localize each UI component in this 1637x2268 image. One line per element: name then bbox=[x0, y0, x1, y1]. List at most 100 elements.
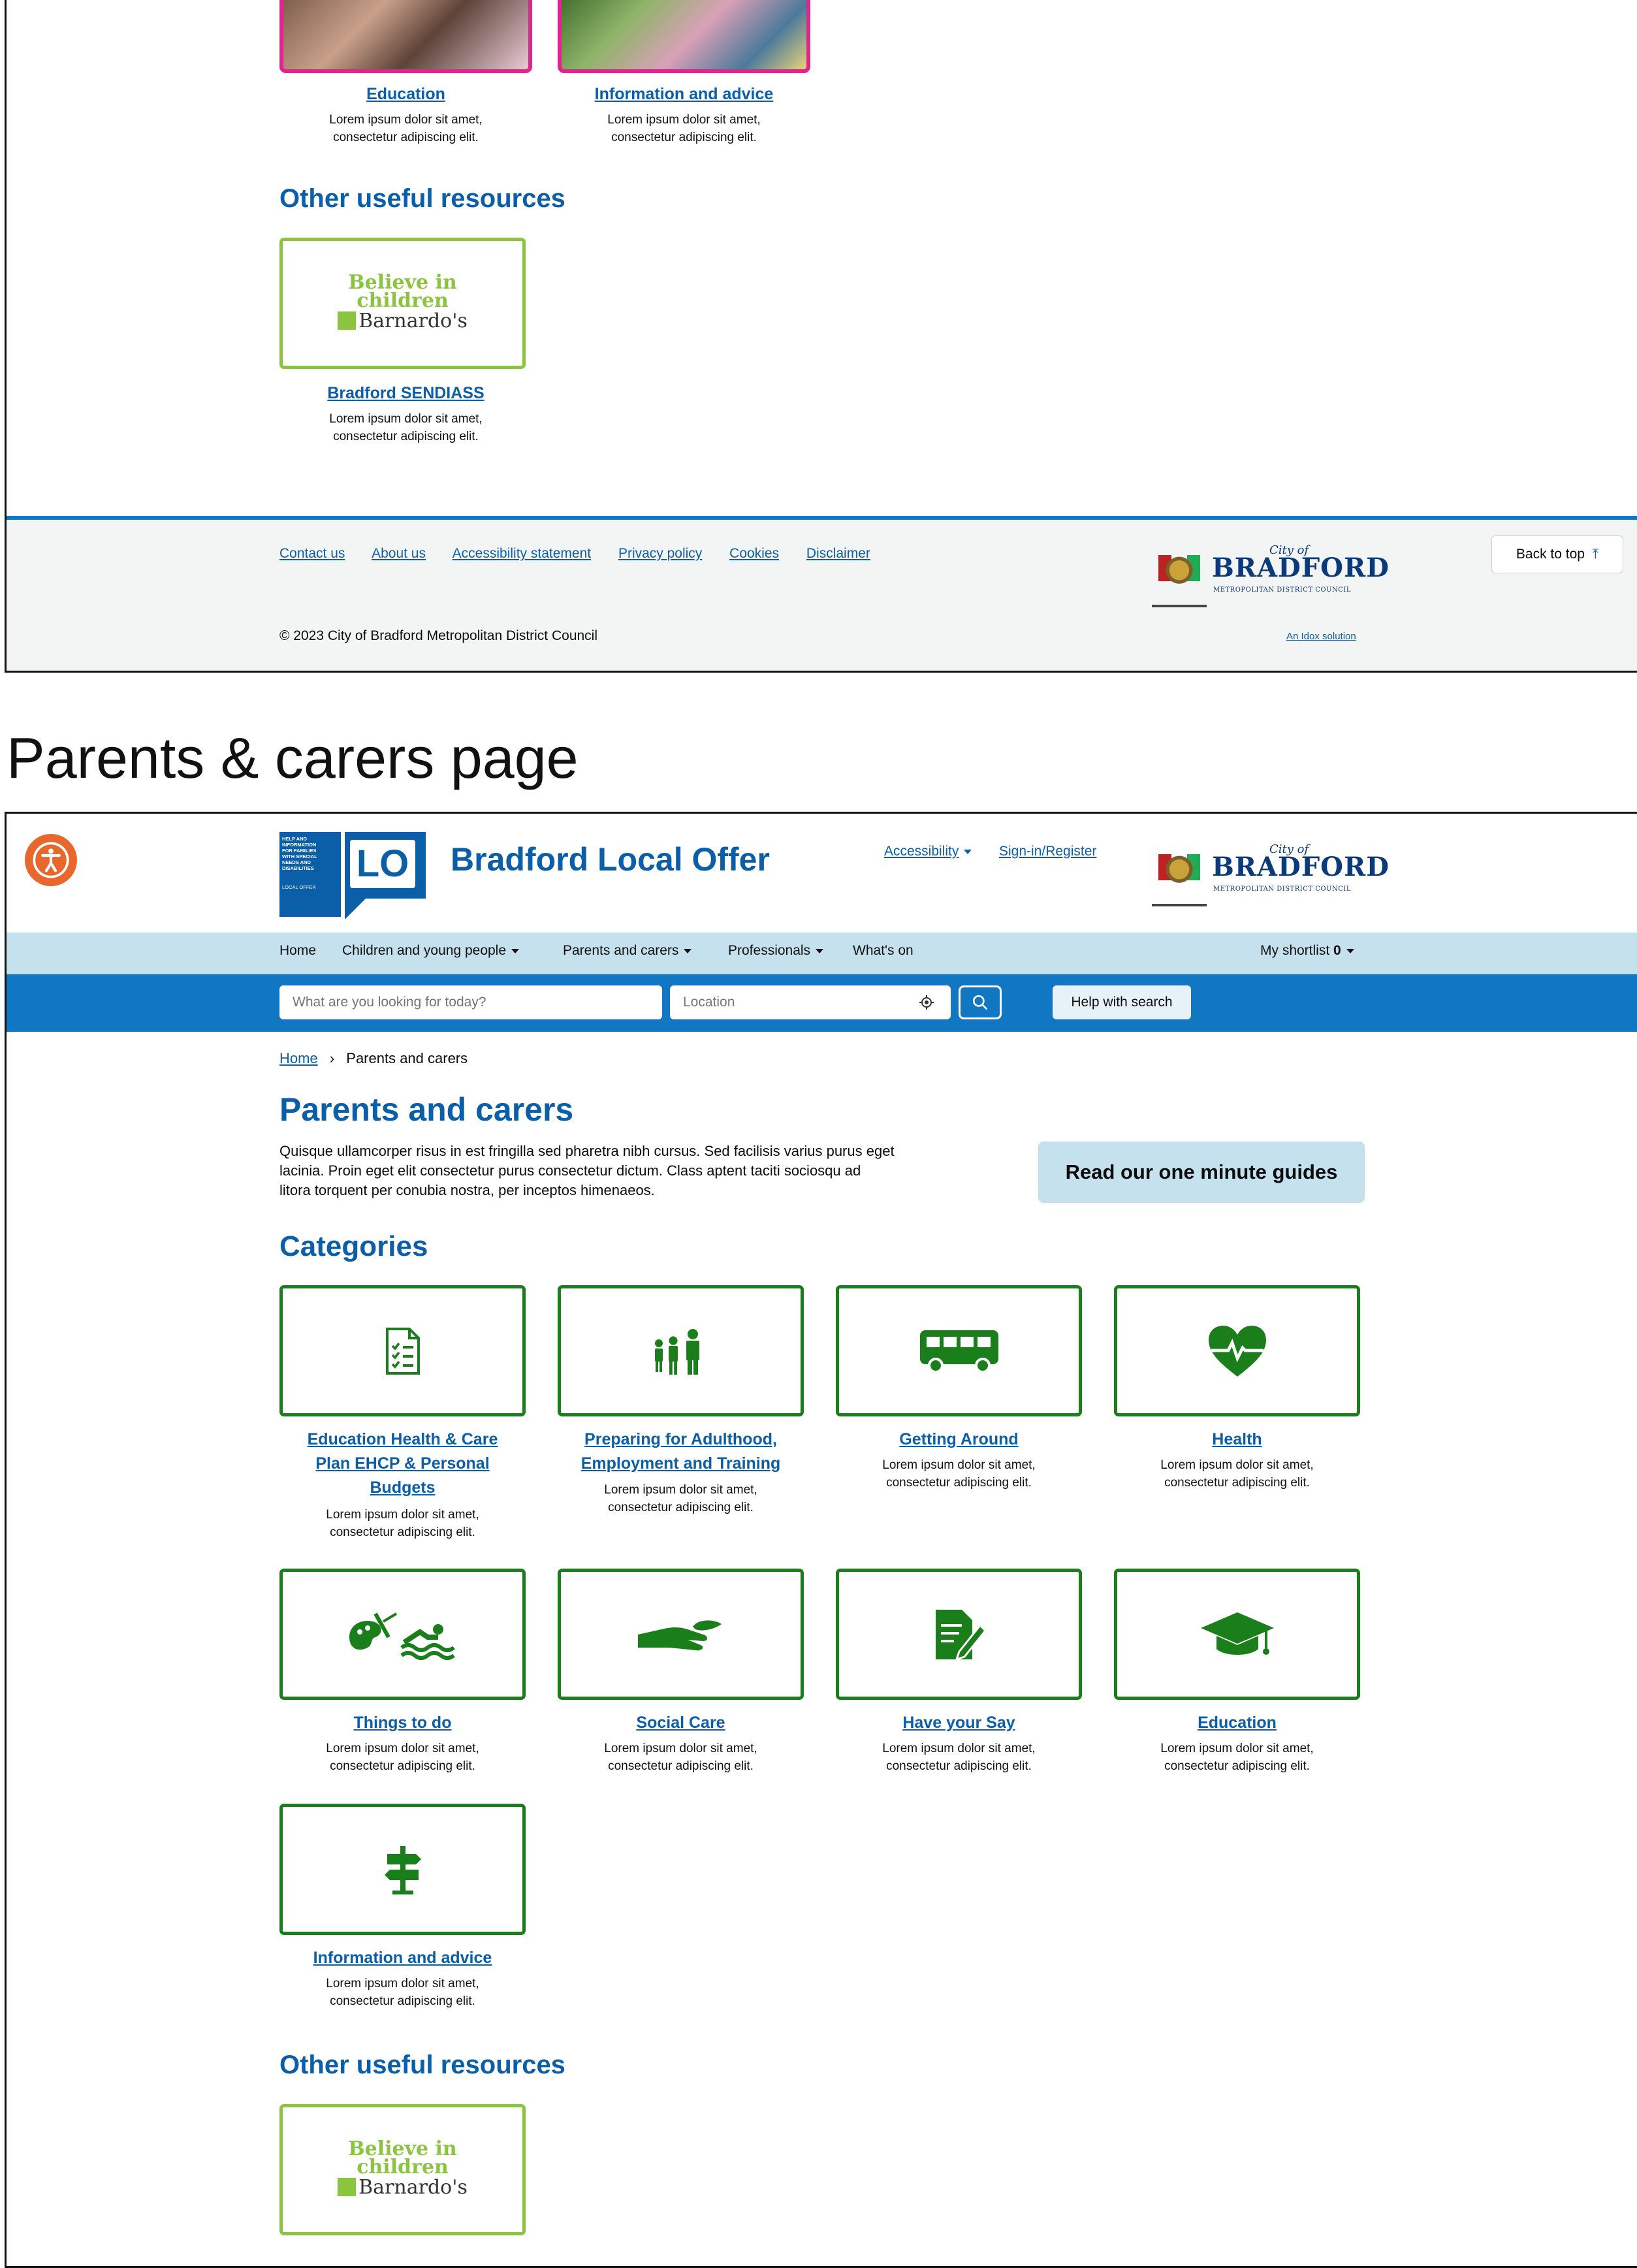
category-tile-things-to-do[interactable] bbox=[279, 1569, 526, 1700]
accessibility-menu[interactable]: Accessibility bbox=[884, 844, 972, 859]
badge-line: INFORMATION bbox=[282, 842, 317, 848]
category-description: Lorem ipsum dolor sit amet, consectetur a… bbox=[604, 1742, 757, 1773]
footer-link-accessibility[interactable]: Accessibility statement bbox=[453, 546, 591, 561]
one-minute-guides-button[interactable]: Read our one minute guides bbox=[1038, 1142, 1365, 1203]
barnardos-logo-tile[interactable]: Believe in children Barnardo's bbox=[279, 238, 526, 369]
crest-icon bbox=[1152, 542, 1207, 607]
breadcrumb-current: Parents and carers bbox=[346, 1050, 468, 1066]
search-input[interactable] bbox=[279, 985, 662, 1019]
footer-link-contact[interactable]: Contact us bbox=[279, 546, 345, 561]
breadcrumb-separator: › bbox=[329, 1050, 335, 1066]
education-photo-tile[interactable] bbox=[279, 0, 532, 73]
category-title[interactable]: Information and advice bbox=[279, 1946, 526, 1970]
site-title[interactable]: Bradford Local Offer bbox=[451, 840, 770, 878]
bradford-wordmark: BRADFORD bbox=[1212, 552, 1390, 583]
barnardos-line2: children bbox=[357, 2156, 449, 2179]
barnardos-logo-tile[interactable]: Believe in children Barnardo's bbox=[279, 2104, 526, 2235]
back-to-top-label: Back to top bbox=[1516, 547, 1585, 562]
category-description: Lorem ipsum dolor sit amet, consectetur a… bbox=[604, 1483, 757, 1514]
help-with-search-button[interactable]: Help with search bbox=[1053, 985, 1191, 1019]
copyright: © 2023 City of Bradford Metropolitan Dis… bbox=[279, 628, 598, 643]
other-resources-heading: Other useful resources bbox=[279, 2051, 565, 2079]
barnardos-mark-icon bbox=[338, 2178, 357, 2196]
nav-whats-on[interactable]: What's on bbox=[853, 943, 914, 959]
footer-link-about[interactable]: About us bbox=[372, 546, 426, 561]
helping-hand-icon bbox=[637, 1620, 722, 1650]
signpost-icon bbox=[384, 1845, 421, 1894]
location-input[interactable] bbox=[670, 985, 951, 1019]
other-resources-heading: Other useful resources bbox=[279, 184, 565, 213]
badge-line: NEEDS AND bbox=[282, 859, 311, 865]
badge-line: HELP AND bbox=[282, 836, 307, 842]
category-tile-health[interactable] bbox=[1114, 1285, 1360, 1416]
local-offer-badge[interactable]: HELP AND INFORMATION FOR FAMILIES WITH S… bbox=[279, 832, 426, 919]
card-description: Lorem ipsum dolor sit amet, consectetur a… bbox=[607, 113, 761, 144]
bus-icon bbox=[919, 1330, 998, 1373]
category-title[interactable]: Have your Say bbox=[836, 1711, 1082, 1735]
category-title[interactable]: Getting Around bbox=[836, 1428, 1082, 1452]
graduation-cap-icon bbox=[1200, 1612, 1274, 1655]
locate-icon[interactable] bbox=[919, 995, 934, 1010]
card-title[interactable]: Information and advice bbox=[558, 82, 810, 106]
nav-parents-carers[interactable]: Parents and carers bbox=[563, 943, 692, 959]
barnardos-line3: Barnardo's bbox=[283, 2177, 522, 2199]
page-title: Parents and carers bbox=[279, 1091, 574, 1128]
category-description: Lorem ipsum dolor sit amet, consectetur a… bbox=[326, 1508, 479, 1539]
footer-bradford-logo[interactable]: City of BRADFORD METROPOLITAN DISTRICT C… bbox=[1152, 542, 1389, 607]
information-photo-tile[interactable] bbox=[558, 0, 810, 73]
shortlist-menu[interactable]: My shortlist 0 bbox=[1260, 943, 1354, 959]
council-label: METROPOLITAN DISTRICT COUNCIL bbox=[1213, 886, 1351, 893]
heartbeat-icon bbox=[1208, 1325, 1266, 1377]
footer-link-privacy[interactable]: Privacy policy bbox=[618, 546, 702, 561]
categories-heading: Categories bbox=[279, 1230, 428, 1262]
category-tile-social-care[interactable] bbox=[558, 1569, 804, 1700]
category-tile-information[interactable] bbox=[279, 1804, 526, 1935]
section-label: Parents & carers page bbox=[7, 726, 579, 790]
palette-swimmer-icon bbox=[349, 1612, 455, 1660]
category-title[interactable]: Education bbox=[1114, 1711, 1360, 1735]
search-button[interactable] bbox=[959, 985, 1002, 1019]
nav-home[interactable]: Home bbox=[279, 943, 316, 959]
category-tile-have-your-say[interactable] bbox=[836, 1569, 1082, 1700]
category-description: Lorem ipsum dolor sit amet, consectetur a… bbox=[882, 1458, 1036, 1490]
category-title[interactable]: Health bbox=[1114, 1428, 1360, 1452]
category-tile-ehcp[interactable] bbox=[279, 1285, 526, 1416]
accessibility-widget-icon[interactable] bbox=[25, 834, 77, 886]
category-title[interactable]: Social Care bbox=[558, 1711, 804, 1735]
sendiass-title[interactable]: Bradford SENDIASS bbox=[279, 381, 532, 406]
category-title[interactable]: Preparing for Adulthood, Employment and T… bbox=[558, 1428, 804, 1476]
nav-children-young-people[interactable]: Children and young people bbox=[342, 943, 520, 959]
category-description: Lorem ipsum dolor sit amet, consectetur a… bbox=[882, 1742, 1036, 1773]
idox-link[interactable]: An Idox solution bbox=[1286, 631, 1356, 642]
council-label: METROPOLITAN DISTRICT COUNCIL bbox=[1213, 586, 1351, 594]
barnardos-line2: children bbox=[357, 289, 449, 312]
category-title[interactable]: Education Health & Care Plan EHCP & Perso… bbox=[279, 1428, 526, 1500]
barnardos-line3: Barnardo's bbox=[283, 310, 522, 332]
category-tile-getting-around[interactable] bbox=[836, 1285, 1082, 1416]
barnardos-mark-icon bbox=[338, 311, 357, 330]
back-to-top-button[interactable]: Back to top ⤒ bbox=[1491, 535, 1623, 573]
document-pen-icon bbox=[935, 1609, 985, 1661]
footer bbox=[7, 520, 1637, 671]
arrow-up-icon: ⤒ bbox=[1592, 547, 1599, 562]
category-title[interactable]: Things to do bbox=[279, 1711, 526, 1735]
category-description: Lorem ipsum dolor sit amet, consectetur a… bbox=[326, 1742, 479, 1773]
category-description: Lorem ipsum dolor sit amet, consectetur a… bbox=[326, 1977, 479, 2008]
page-intro: Quisque ullamcorper risus in est fringil… bbox=[279, 1143, 895, 1198]
breadcrumb-home[interactable]: Home bbox=[279, 1050, 318, 1066]
footer-link-cookies[interactable]: Cookies bbox=[729, 546, 779, 561]
footer-link-disclaimer[interactable]: Disclaimer bbox=[806, 546, 870, 561]
category-tile-adulthood[interactable] bbox=[558, 1285, 804, 1416]
breadcrumb: Home › Parents and carers bbox=[279, 1050, 468, 1067]
badge-line: WITH SPECIAL bbox=[282, 854, 317, 859]
badge-bottom: LOCAL OFFER bbox=[282, 884, 316, 890]
category-tile-education[interactable] bbox=[1114, 1569, 1360, 1700]
search-icon bbox=[972, 995, 988, 1010]
shortlist-count: 0 bbox=[1333, 943, 1341, 958]
header-bradford-logo[interactable]: City of BRADFORD METROPOLITAN DISTRICT C… bbox=[1152, 841, 1389, 906]
signin-link[interactable]: Sign-in/Register bbox=[999, 844, 1096, 859]
footer-links: Contact us About us Accessibility statem… bbox=[279, 546, 870, 562]
category-description: Lorem ipsum dolor sit amet, consectetur a… bbox=[1160, 1458, 1314, 1490]
card-title[interactable]: Education bbox=[279, 82, 532, 106]
nav-professionals[interactable]: Professionals bbox=[728, 943, 824, 959]
